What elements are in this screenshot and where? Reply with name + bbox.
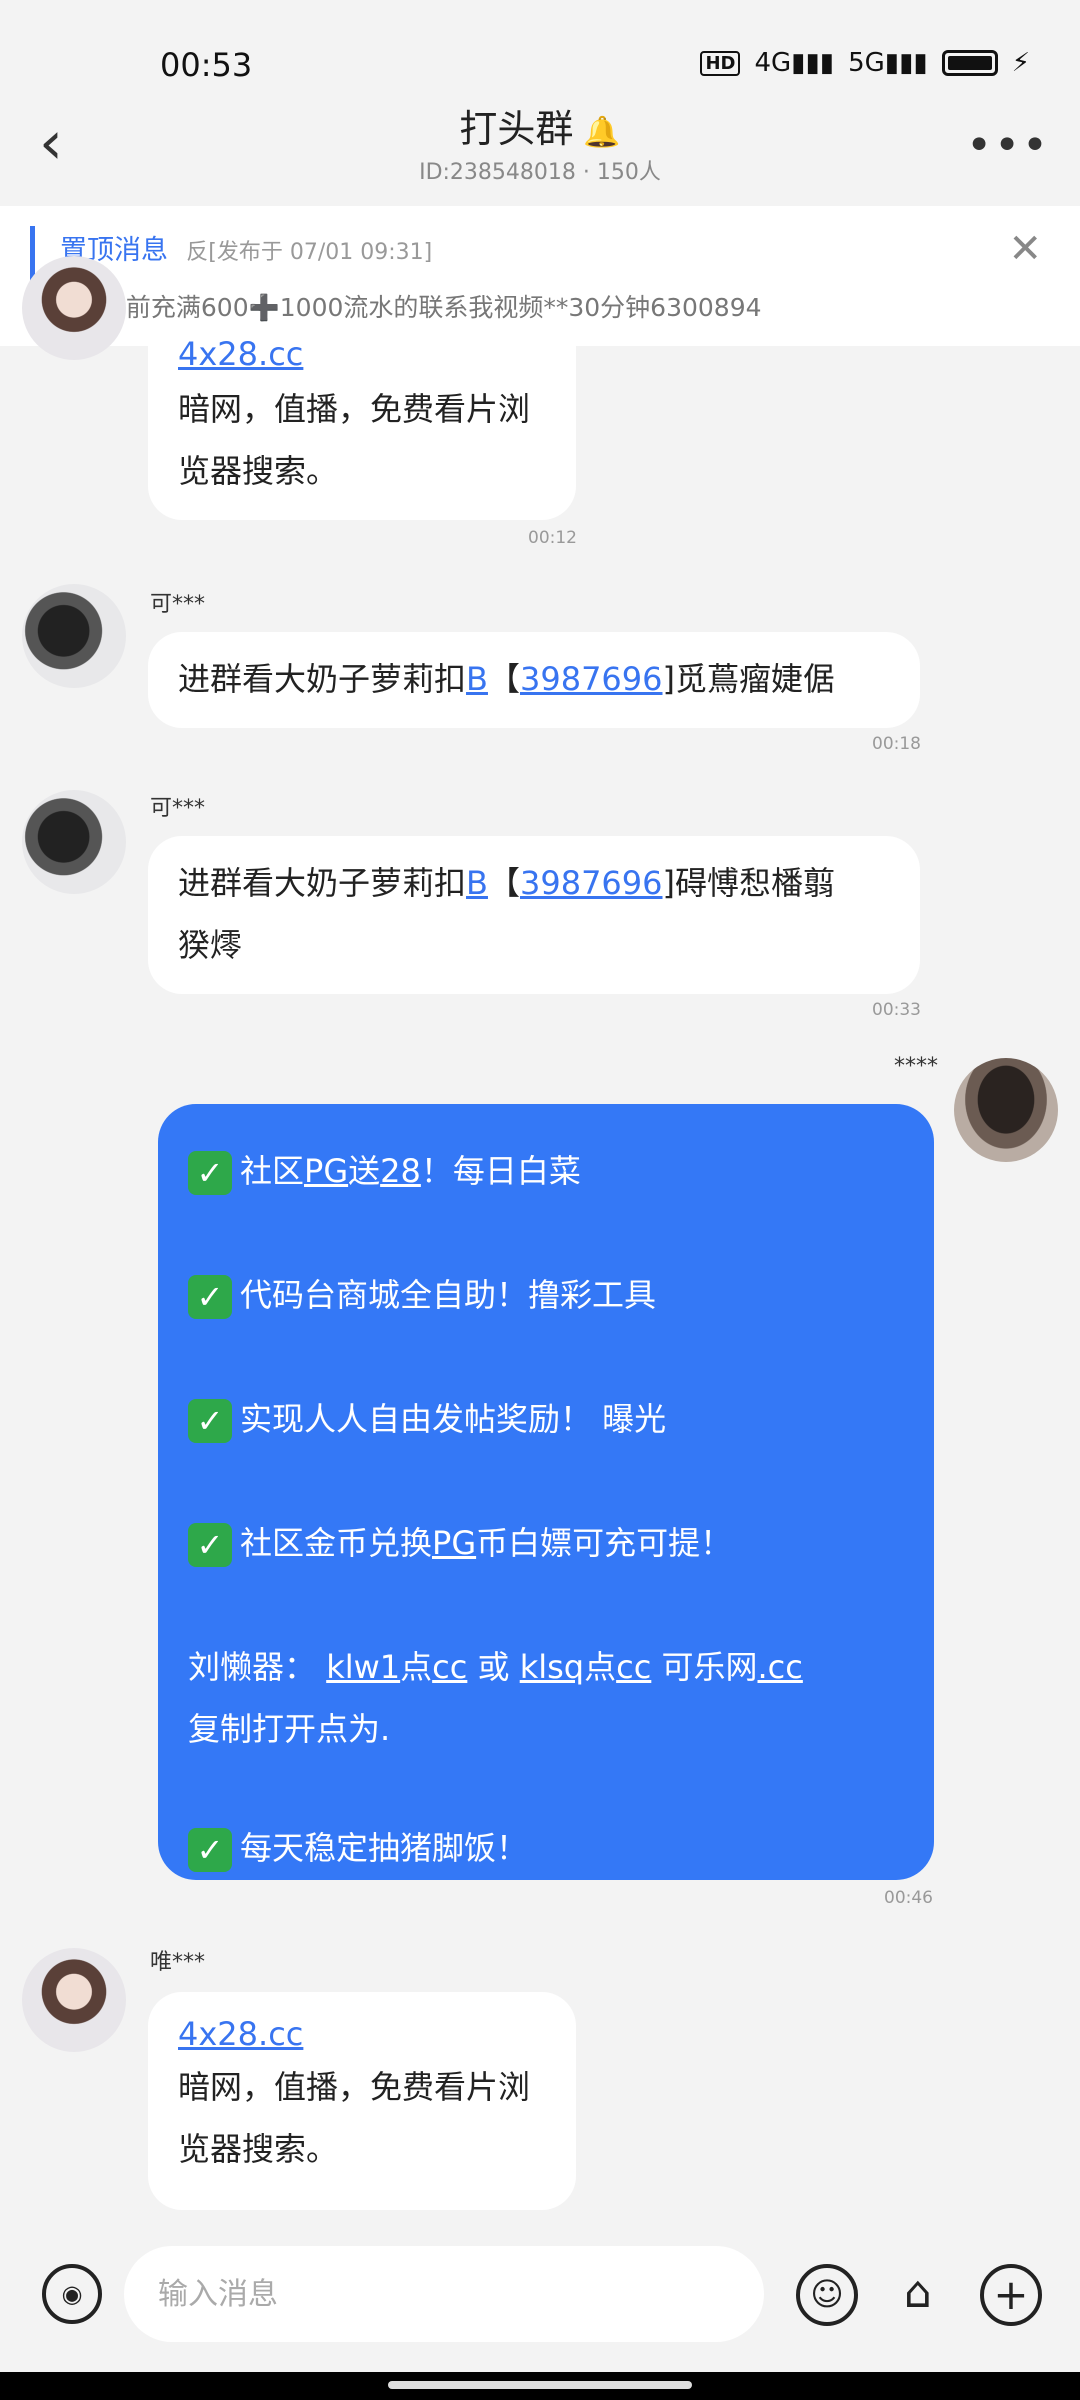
pinned-text: 0号之前充满600➕1000流水的联系我视频**30分钟6300894 [60,293,762,322]
message-bubble[interactable]: 4x28.cc 暗网，值播，免费看片浏览器搜索。 [148,1992,576,2210]
message-line: ✓ 每天稳定抽猪脚饭！ [188,1826,528,1872]
status-icons: HD 4G▮▮▮ 5G▮▮▮ ⚡ [700,48,1030,78]
more-options-button[interactable]: ••• [966,120,1050,171]
emoji-button[interactable]: ☺ [796,2264,858,2326]
avatar[interactable] [22,790,126,894]
message-link[interactable]: B [466,864,488,902]
input-bar: ◉ ☺ ⌂ + [0,2222,1080,2372]
message-link[interactable]: 4x28.cc [178,2012,546,2056]
avatar[interactable] [22,256,126,360]
sender-name: 可*** [150,592,206,617]
pinned-header: 置顶消息 反[发布于 07/01 09:31] [60,228,432,267]
message-text: 【 [487,864,520,902]
checkmark-icon: ✓ [188,1399,232,1443]
checkmark-icon: ✓ [188,1828,232,1872]
message-text: 进群看大奶子萝莉扣 [178,864,467,902]
group-subtitle: ID:238548018 · 150人 [419,160,661,185]
message-text: 进群看大奶子萝莉扣 [178,660,467,698]
pinned-meta: 反[发布于 07/01 09:31] [186,240,433,265]
message-line: ✓ 实现人人自由发帖奖励！ 曝光 [188,1394,666,1444]
hd-icon: HD [700,50,741,76]
message-text: 暗网，值播，免费看片浏览器搜索。 [178,2068,531,2168]
pinned-message[interactable]: 置顶消息 反[发布于 07/01 09:31] 0号之前充满600➕1000流水… [0,206,1080,346]
mute-bell-icon[interactable]: 🔔 [583,115,620,150]
broom-icon[interactable]: ⌂ [888,2260,948,2326]
message-text: 【 [487,660,520,698]
message-line: ✓ 代码台商城全自助！撸彩工具 [188,1270,656,1320]
message-link[interactable]: 3987696 [520,864,663,902]
message-text: ]碍愽惒橎翦 [662,864,836,902]
message-line-links[interactable]: 刘懒器： klw1点cc 或 klsq点cc 可乐网.cc [188,1642,803,1692]
message-line: ✓ 社区PG送28！每日白菜 [188,1146,581,1196]
avatar[interactable] [22,584,126,688]
sender-name: 可*** [150,796,206,821]
message-text: 猤燯 [178,926,243,964]
signal-5g-icon: 5G▮▮▮ [848,48,928,78]
message-text: 暗网，值播，免费看片浏览器搜索。 [178,390,531,490]
checkmark-icon: ✓ [188,1151,232,1195]
group-title: 打头群 🔔 [0,98,1080,153]
message-link[interactable]: 4x28.cc [178,334,303,374]
message-link[interactable]: 3987696 [520,660,663,698]
message-line: ✓ 社区金币兑换PG币白嫖可充可提！ [188,1518,732,1568]
sender-name: **** [894,1054,938,1079]
home-indicator[interactable] [388,2381,692,2389]
message-line: 复制打开点为. [188,1710,391,1748]
message-link[interactable]: B [466,660,488,698]
message-time: 00:33 [872,1000,921,1020]
message-time: 00:12 [528,528,577,548]
message-bubble[interactable]: ✓ 社区PG送28！每日白菜 ✓ 代码台商城全自助！撸彩工具 ✓ 实现人人自由发帖奖励… [158,1104,934,1880]
message-bubble[interactable]: 进群看大奶子萝莉扣B【3987696]碍愽惒橎翦 猤燯 [148,836,920,994]
message-time: 00:18 [872,734,921,754]
message-input[interactable] [124,2246,764,2342]
close-icon[interactable]: ✕ [1008,226,1042,272]
message-text: ]觅蔦瘤婕倨 [662,660,836,698]
signal-4g-icon: 4G▮▮▮ [754,48,835,78]
add-button[interactable]: + [980,2264,1042,2326]
group-name: 打头群 [459,107,574,151]
checkmark-icon: ✓ [188,1275,232,1319]
sender-name: 唯*** [150,1950,206,1975]
charging-icon: ⚡ [1011,48,1030,78]
voice-input-button[interactable]: ◉ [42,2264,102,2324]
message-bubble[interactable]: 进群看大奶子萝莉扣B【3987696]觅蔦瘤婕倨 [148,632,920,728]
battery-icon [941,50,998,76]
avatar[interactable] [22,1948,126,2052]
checkmark-icon: ✓ [188,1523,232,1567]
message-bubble[interactable]: 4x28.cc 暗网，值播，免费看片浏览器搜索。 [148,330,576,520]
message-time: 00:46 [884,1888,933,1908]
avatar[interactable] [954,1058,1058,1162]
status-time: 00:53 [160,46,253,84]
